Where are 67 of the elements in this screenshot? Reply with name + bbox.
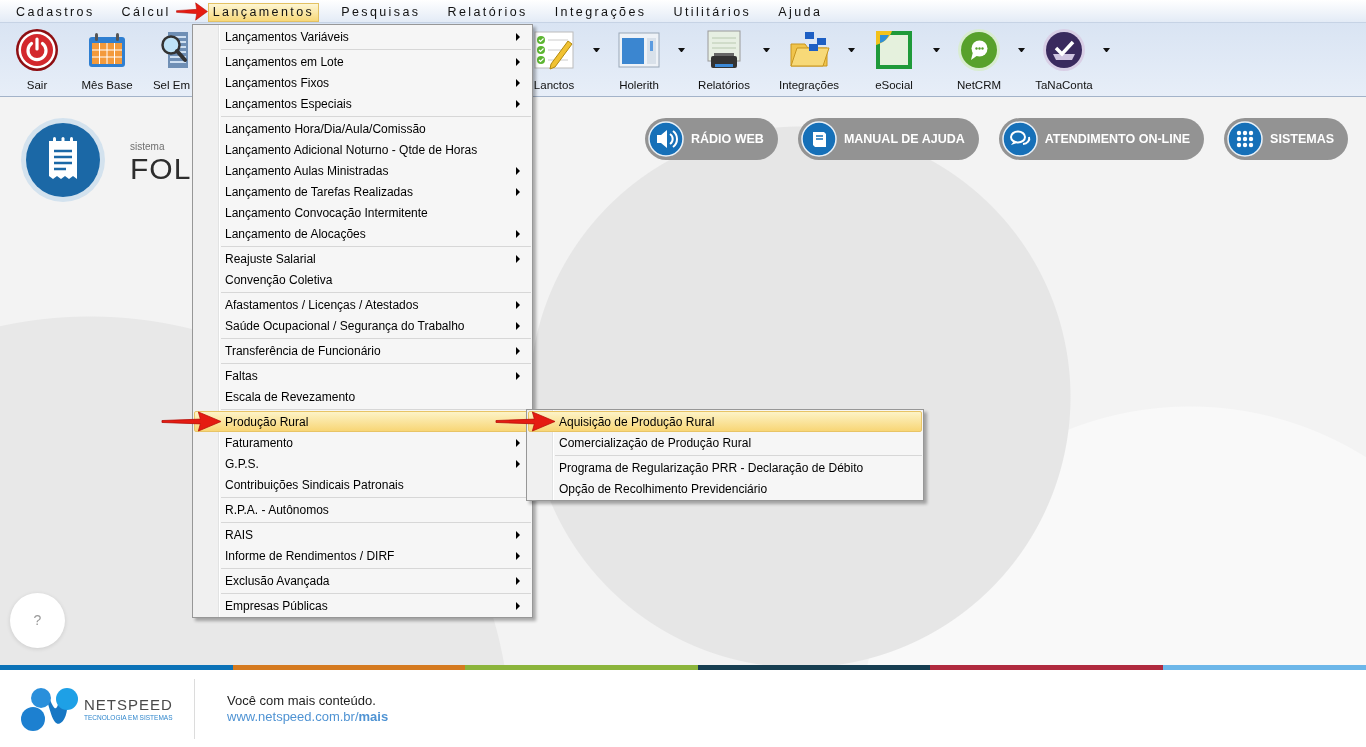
menu-item[interactable]: Lançamentos Fixos (194, 72, 531, 93)
annotation-arrow-icon (175, 1, 208, 21)
caret-icon[interactable] (593, 48, 600, 52)
menu-item[interactable]: Informe de Rendimentos / DIRF (194, 545, 531, 566)
annotation-arrow-icon (161, 411, 222, 432)
menu-item[interactable]: Afastamentos / Licenças / Atestados (194, 294, 531, 315)
menu-item[interactable]: Programa de Regularização PRR - Declaração de Débito (528, 457, 922, 478)
toolbar-button[interactable]: TaNaConta (1029, 23, 1114, 96)
logo-text: NETSPEED (84, 695, 173, 713)
caret-icon[interactable] (848, 48, 855, 52)
chat-bubble-icon (957, 28, 1001, 72)
menu-bar-item[interactable]: Relatórios (442, 3, 533, 22)
chat-icon (1001, 121, 1038, 157)
check-tray-icon (1042, 28, 1086, 72)
caret-icon[interactable] (1103, 48, 1110, 52)
brand-name: FOL (130, 153, 192, 185)
toolbar-button[interactable]: Relatórios (689, 23, 774, 96)
menu-bar-item[interactable]: Utilitários (668, 3, 757, 22)
menu-item[interactable]: Empresas Públicas (194, 595, 531, 616)
footer-tagline: Você com mais conteúdo. (227, 692, 376, 709)
toolbar-button[interactable]: Mês Base (72, 23, 142, 96)
menu-item[interactable]: Lançamento de Tarefas Realizadas (194, 181, 531, 202)
menu-item[interactable]: Opção de Recolhimento Previdenciário (528, 478, 922, 499)
apps-grid-icon (1227, 121, 1264, 157)
annotation-arrow-icon (495, 411, 556, 432)
menu-bar-item[interactable]: Pesquisas (336, 3, 426, 22)
menu-item[interactable]: Lançamentos em Lote (194, 51, 531, 72)
receipt-icon (20, 117, 106, 203)
menu-item[interactable]: R.P.A. - Autônomos (194, 499, 531, 520)
toolbar-button[interactable]: Integrações (774, 23, 859, 96)
caret-icon[interactable] (678, 48, 685, 52)
caret-icon[interactable] (933, 48, 940, 52)
menu-item[interactable]: Convenção Coletiva (194, 269, 531, 290)
menu-bar-item[interactable]: Cálcul (116, 3, 176, 22)
power-icon (15, 28, 59, 72)
menu-item[interactable]: Comercialização de Produção Rural (528, 432, 922, 453)
menu-item[interactable]: Lançamento Hora/Dia/Aula/Comissão (194, 118, 531, 139)
speaker-icon (647, 121, 684, 157)
brand-caption: sistema (130, 141, 166, 153)
logo-icon (20, 685, 80, 732)
menu-item[interactable]: Lançamento Aulas Ministradas (194, 160, 531, 181)
menu-item[interactable]: Escala de Revezamento (194, 386, 531, 407)
menu-item[interactable]: Reajuste Salarial (194, 248, 531, 269)
menu-bar-item[interactable]: Ajuda (773, 3, 828, 22)
checklist-icon (532, 28, 576, 72)
menu-item[interactable]: Exclusão Avançada (194, 570, 531, 591)
menu-item[interactable]: RAIS (194, 524, 531, 545)
caret-icon[interactable] (763, 48, 770, 52)
menu-item[interactable]: Lançamento Adicional Noturno - Qtde de Horas (194, 139, 531, 160)
menu-item[interactable]: Lançamentos Variáveis (194, 26, 531, 47)
toolbar-button[interactable]: NetCRM (944, 23, 1029, 96)
toolbar-button[interactable]: Holerith (604, 23, 689, 96)
menu-bar-item[interactable]: Lançamentos (207, 3, 320, 22)
menu-item[interactable]: Aquisição de Produção Rural (528, 411, 922, 432)
toolbar-button[interactable]: Sair (2, 23, 72, 96)
menu-item[interactable]: Lançamento Convocação Intermitente (194, 202, 531, 223)
menu-item[interactable]: Saúde Ocupacional / Segurança do Trabalho (194, 315, 531, 336)
menu-bar-item[interactable]: Integrações (549, 3, 652, 22)
menu-bar-item[interactable]: Cadastros (11, 3, 100, 22)
menu-item[interactable]: Transferência de Funcionário (194, 340, 531, 361)
menu-item[interactable]: Lançamento de Alocações (194, 223, 531, 244)
caret-icon[interactable] (1018, 48, 1025, 52)
book-icon (800, 121, 837, 157)
toolbar-button[interactable]: Sel Em (142, 23, 190, 96)
menu-item[interactable]: Lançamentos Especiais (194, 93, 531, 114)
toolbar-button[interactable]: eSocial (859, 23, 944, 96)
menu-item[interactable]: Faltas (194, 365, 531, 386)
